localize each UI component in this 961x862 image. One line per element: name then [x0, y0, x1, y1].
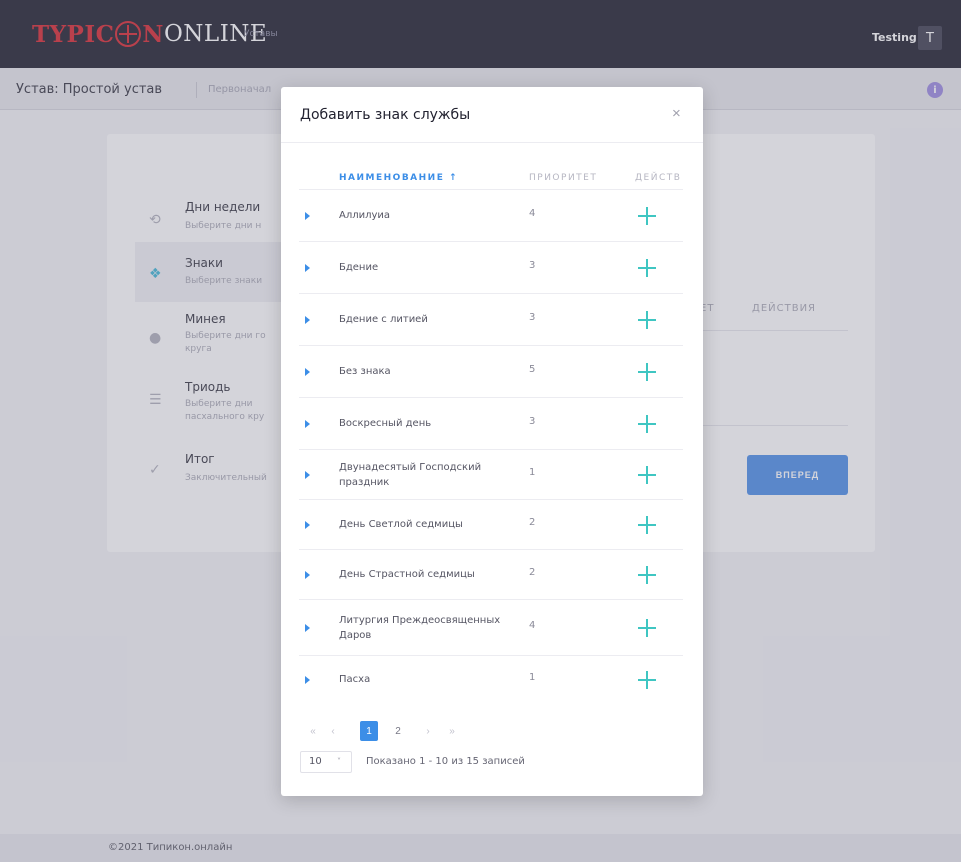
- add-plus-icon[interactable]: [638, 207, 656, 225]
- expand-caret-icon[interactable]: [305, 624, 310, 632]
- column-header-priority[interactable]: ПРИОРИТЕТ: [529, 173, 597, 183]
- page-prev-button[interactable]: ‹: [325, 721, 341, 741]
- per-page-value: 10: [309, 756, 322, 767]
- table-row: Литургия Преждеосвященных Даров 4: [299, 600, 683, 656]
- row-priority: 3: [529, 312, 536, 323]
- page-first-button[interactable]: «: [305, 721, 321, 741]
- add-plus-icon[interactable]: [638, 619, 656, 637]
- row-name: Без знака: [339, 366, 391, 377]
- table-row: Пасха 1: [299, 656, 683, 704]
- row-priority: 2: [529, 567, 536, 578]
- per-page-select[interactable]: 10 ˅: [300, 751, 352, 773]
- row-priority: 1: [529, 672, 536, 683]
- expand-caret-icon[interactable]: [305, 676, 310, 684]
- page-1-button[interactable]: 1: [360, 721, 378, 741]
- table-row: Двунадесятый Господский праздник 1: [299, 450, 683, 500]
- table-row: Аллилуиа 4: [299, 190, 683, 242]
- add-plus-icon[interactable]: [638, 415, 656, 433]
- expand-caret-icon[interactable]: [305, 521, 310, 529]
- expand-caret-icon[interactable]: [305, 420, 310, 428]
- table-row: Бдение с литией 3: [299, 294, 683, 346]
- expand-caret-icon[interactable]: [305, 264, 310, 272]
- table-row: День Светлой седмицы 2: [299, 500, 683, 550]
- table-row: Бдение 3: [299, 242, 683, 294]
- row-priority: 4: [529, 620, 536, 631]
- page-2-button[interactable]: 2: [389, 721, 407, 741]
- add-sign-modal: Добавить знак службы × НАИМЕНОВАНИЕ ↑ ПР…: [281, 87, 703, 796]
- row-name: Аллилуиа: [339, 210, 391, 221]
- add-plus-icon[interactable]: [638, 671, 656, 689]
- row-priority: 3: [529, 416, 536, 427]
- row-priority: 4: [529, 208, 536, 219]
- expand-caret-icon[interactable]: [305, 368, 310, 376]
- row-name: День Страстной седмицы: [339, 569, 475, 580]
- row-name: Литургия Преждеосвященных Даров: [339, 615, 501, 641]
- row-priority: 3: [529, 260, 536, 271]
- modal-title: Добавить знак службы: [300, 107, 471, 123]
- row-name: Пасха: [339, 674, 371, 685]
- sort-asc-icon: ↑: [449, 173, 459, 183]
- add-plus-icon[interactable]: [638, 466, 656, 484]
- expand-caret-icon[interactable]: [305, 471, 310, 479]
- expand-caret-icon[interactable]: [305, 316, 310, 324]
- page-next-button[interactable]: ›: [420, 721, 436, 741]
- add-plus-icon[interactable]: [638, 311, 656, 329]
- row-name: Бдение с литией: [339, 314, 428, 325]
- column-header-actions: ДЕЙСТВ: [635, 173, 682, 183]
- expand-caret-icon[interactable]: [305, 212, 310, 220]
- add-plus-icon[interactable]: [638, 259, 656, 277]
- add-plus-icon[interactable]: [638, 516, 656, 534]
- modal-divider: [281, 142, 703, 143]
- records-count-text: Показано 1 - 10 из 15 записей: [366, 756, 525, 767]
- close-icon[interactable]: ×: [672, 105, 681, 122]
- column-header-name[interactable]: НАИМЕНОВАНИЕ ↑: [339, 173, 458, 183]
- row-name: Воскресный день: [339, 418, 432, 429]
- row-priority: 5: [529, 364, 536, 375]
- table-row: Воскресный день 3: [299, 398, 683, 450]
- add-plus-icon[interactable]: [638, 566, 656, 584]
- row-name: День Светлой седмицы: [339, 519, 463, 530]
- expand-caret-icon[interactable]: [305, 571, 310, 579]
- table-row: День Страстной седмицы 2: [299, 550, 683, 600]
- column-header-name-label: НАИМЕНОВАНИЕ: [339, 173, 445, 183]
- row-name: Двунадесятый Господский праздник: [339, 462, 482, 488]
- row-priority: 1: [529, 467, 536, 478]
- chevron-down-icon: ˅: [337, 757, 341, 766]
- add-plus-icon[interactable]: [638, 363, 656, 381]
- table-row: Без знака 5: [299, 346, 683, 398]
- row-name: Бдение: [339, 262, 379, 273]
- row-priority: 2: [529, 517, 536, 528]
- page-last-button[interactable]: »: [444, 721, 460, 741]
